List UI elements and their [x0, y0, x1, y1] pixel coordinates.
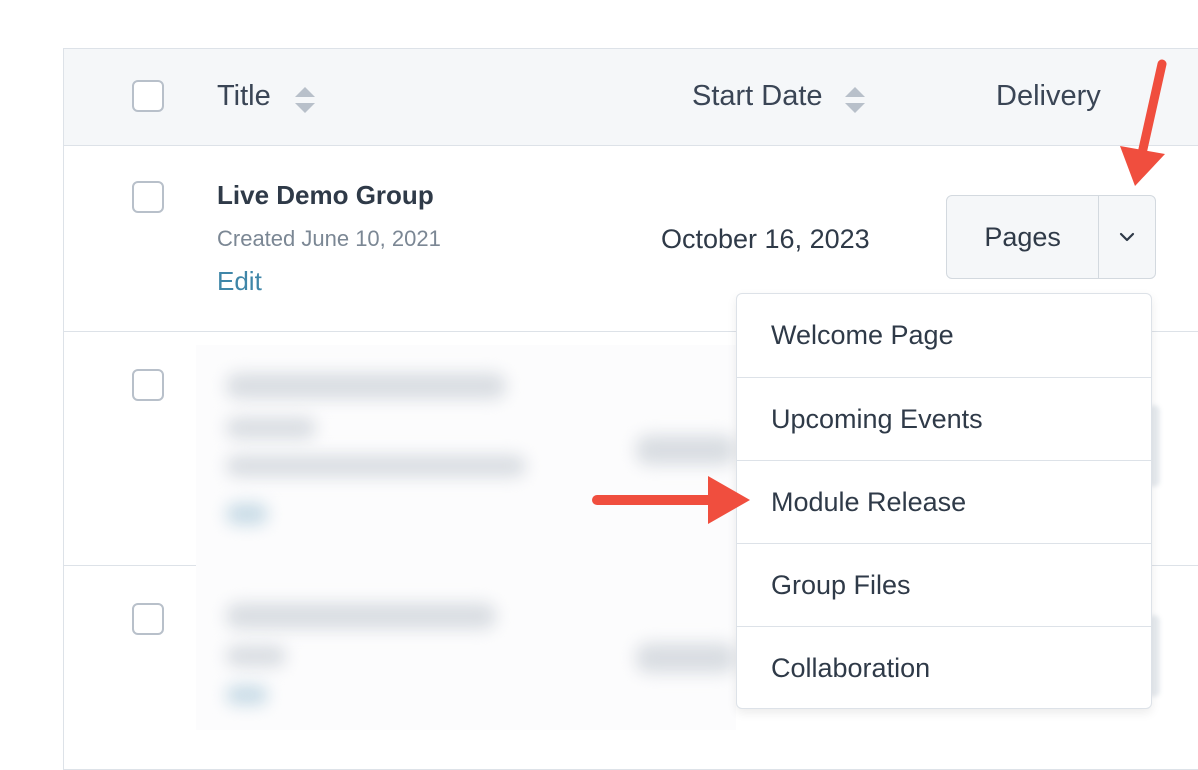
annotation-arrow-right — [592, 476, 750, 524]
